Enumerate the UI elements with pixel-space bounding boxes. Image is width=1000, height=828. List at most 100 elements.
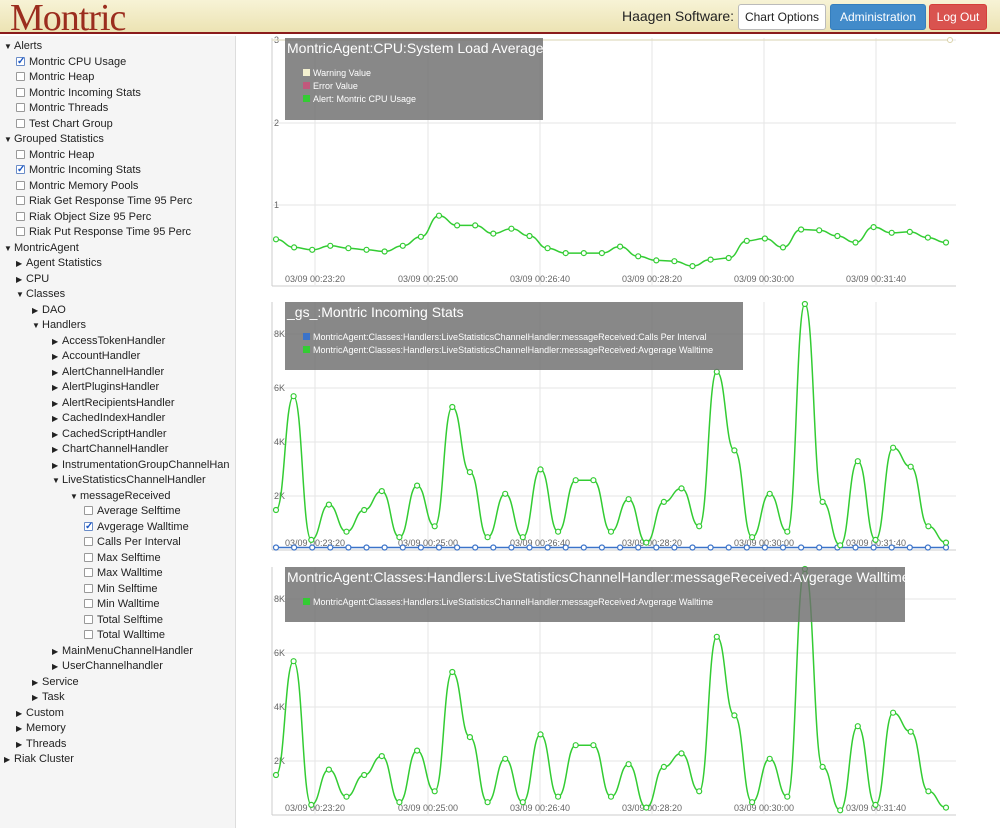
- data-point[interactable]: [454, 222, 461, 229]
- data-point[interactable]: [678, 750, 685, 757]
- data-point[interactable]: [816, 227, 823, 234]
- data-point[interactable]: [508, 544, 515, 551]
- tree-checkbox[interactable]: [84, 552, 93, 562]
- data-point[interactable]: [378, 753, 385, 760]
- tree-node[interactable]: ▶ Task: [32, 690, 65, 705]
- tree-node[interactable]: ▶ AccessTokenHandler: [52, 334, 165, 349]
- caret-right-icon[interactable]: ▶: [52, 411, 62, 426]
- data-point[interactable]: [872, 536, 879, 543]
- data-point[interactable]: [327, 242, 334, 249]
- data-point[interactable]: [555, 793, 562, 800]
- data-point[interactable]: [819, 498, 826, 505]
- tree-node[interactable]: ▶ InstrumentationGroupChannelHan: [52, 458, 230, 473]
- tree-checkbox[interactable]: [84, 537, 93, 546]
- data-point[interactable]: [598, 250, 605, 257]
- data-point[interactable]: [396, 799, 403, 806]
- data-point[interactable]: [537, 731, 544, 738]
- data-point[interactable]: [784, 528, 791, 535]
- data-point[interactable]: [562, 544, 569, 551]
- data-point[interactable]: [308, 536, 315, 543]
- tree-checkbox[interactable]: [16, 72, 25, 81]
- caret-right-icon[interactable]: ▶: [32, 675, 42, 690]
- data-point[interactable]: [625, 496, 632, 503]
- data-point[interactable]: [309, 544, 316, 551]
- tree-checkbox[interactable]: [84, 506, 93, 515]
- administration-button[interactable]: Administration: [830, 4, 926, 30]
- caret-right-icon[interactable]: ▶: [52, 644, 62, 659]
- tree-node[interactable]: ▼ Alerts: [4, 39, 42, 54]
- caret-right-icon[interactable]: ▶: [16, 721, 26, 736]
- tree-node[interactable]: ▶ Agent Statistics: [16, 256, 102, 271]
- legend-item[interactable]: Warning Value: [303, 68, 371, 78]
- data-point[interactable]: [472, 544, 479, 551]
- data-point[interactable]: [925, 523, 932, 530]
- data-point[interactable]: [417, 233, 424, 240]
- tree-node[interactable]: ▶ UserChannelhandler: [52, 659, 163, 674]
- data-point[interactable]: [852, 544, 859, 551]
- data-point[interactable]: [660, 763, 667, 770]
- tree-node[interactable]: Montric CPU Usage: [16, 54, 126, 70]
- data-point[interactable]: [308, 801, 315, 808]
- caret-right-icon[interactable]: ▶: [52, 659, 62, 674]
- data-point[interactable]: [617, 243, 624, 250]
- data-point[interactable]: [925, 788, 932, 795]
- data-point[interactable]: [779, 544, 787, 551]
- tree-node[interactable]: Test Chart Group: [16, 117, 113, 132]
- data-point[interactable]: [713, 633, 720, 640]
- data-point[interactable]: [870, 224, 877, 231]
- legend-item[interactable]: Alert: Montric CPU Usage: [303, 94, 416, 104]
- data-point[interactable]: [766, 490, 773, 497]
- data-point[interactable]: [519, 799, 526, 806]
- data-point[interactable]: [801, 300, 809, 308]
- data-point[interactable]: [431, 523, 438, 530]
- data-point[interactable]: [454, 544, 461, 551]
- legend-item[interactable]: MontricAgent:Classes:Handlers:LiveStatis…: [303, 345, 713, 355]
- caret-right-icon[interactable]: ▶: [16, 272, 26, 287]
- tree-node[interactable]: Montric Threads: [16, 101, 108, 116]
- data-point[interactable]: [449, 668, 456, 676]
- data-point[interactable]: [555, 528, 562, 535]
- data-point[interactable]: [854, 723, 861, 730]
- caret-down-icon[interactable]: ▼: [32, 318, 42, 333]
- data-point[interactable]: [431, 788, 438, 795]
- data-point[interactable]: [272, 771, 280, 779]
- tree-node[interactable]: ▶ CachedScriptHandler: [52, 427, 167, 442]
- data-point[interactable]: [635, 253, 642, 260]
- data-point[interactable]: [942, 544, 950, 551]
- data-point[interactable]: [502, 755, 509, 762]
- data-point[interactable]: [906, 544, 913, 551]
- caret-right-icon[interactable]: ▶: [52, 427, 62, 442]
- data-point[interactable]: [725, 544, 732, 551]
- tree-node[interactable]: ▶ MainMenuChannelHandler: [52, 644, 193, 659]
- data-point[interactable]: [696, 523, 703, 530]
- data-point[interactable]: [272, 544, 280, 551]
- tree-checkbox[interactable]: [84, 583, 93, 593]
- data-point[interactable]: [689, 544, 696, 551]
- data-point[interactable]: [870, 544, 877, 551]
- tree-checkbox[interactable]: [16, 103, 25, 112]
- tree-node[interactable]: ▼ LiveStatisticsChannelHandler: [52, 473, 206, 488]
- data-point[interactable]: [572, 477, 579, 484]
- data-point[interactable]: [625, 761, 632, 768]
- data-point[interactable]: [889, 709, 897, 716]
- tree-checkbox[interactable]: [16, 54, 25, 69]
- tree-node[interactable]: ▶ Service: [32, 675, 79, 690]
- data-point[interactable]: [889, 444, 897, 451]
- tree-node[interactable]: Total Walltime: [84, 628, 165, 643]
- data-point[interactable]: [381, 544, 388, 551]
- legend-item[interactable]: Error Value: [303, 81, 358, 91]
- data-point[interactable]: [572, 742, 579, 749]
- data-point[interactable]: [399, 242, 406, 249]
- data-point[interactable]: [942, 804, 950, 811]
- tree-node[interactable]: Max Selftime: [84, 551, 161, 566]
- caret-right-icon[interactable]: ▶: [32, 303, 42, 318]
- data-point[interactable]: [872, 801, 879, 808]
- data-point[interactable]: [942, 239, 950, 246]
- data-point[interactable]: [378, 488, 385, 495]
- data-point[interactable]: [713, 368, 720, 375]
- tree-checkbox[interactable]: [84, 614, 93, 624]
- tree-node[interactable]: ▶ Riak Cluster: [4, 752, 74, 767]
- caret-right-icon[interactable]: ▶: [52, 380, 62, 395]
- data-point[interactable]: [291, 244, 298, 251]
- tree-checkbox[interactable]: [16, 162, 25, 177]
